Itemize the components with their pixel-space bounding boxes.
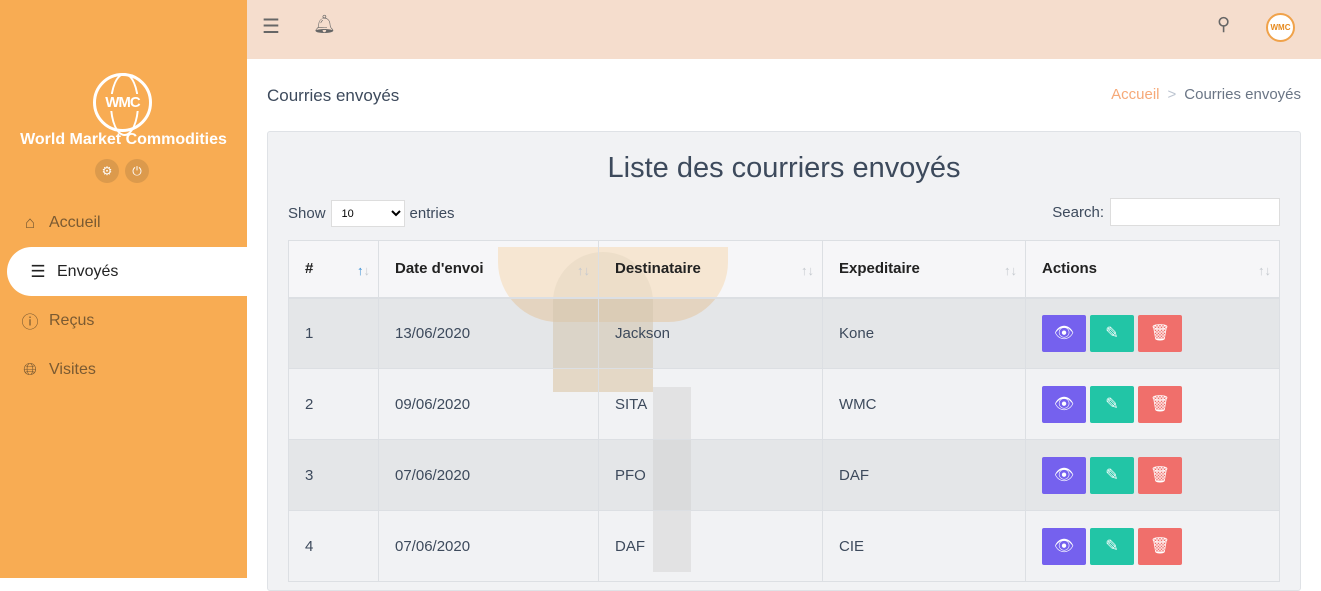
date-envoi-cell: 07/06/2020 bbox=[378, 510, 599, 582]
expeditaire-cell: WMC bbox=[822, 368, 1026, 440]
search-control: Search: bbox=[1052, 198, 1280, 226]
view-button[interactable]: 👁︎ bbox=[1042, 314, 1086, 352]
page-size-select[interactable]: 10 bbox=[330, 200, 405, 227]
actions-cell: 👁︎ ✎ 🗑︎ bbox=[1025, 510, 1280, 582]
breadcrumb-current: Courries envoyés bbox=[1184, 86, 1301, 103]
date-envoi-cell: 13/06/2020 bbox=[378, 297, 599, 369]
eye-icon: 👁︎ bbox=[1053, 538, 1075, 555]
sort-icon: ↑↓ bbox=[1004, 263, 1017, 278]
destinataire-cell: DAF bbox=[598, 510, 823, 582]
delete-button[interactable]: 🗑︎ bbox=[1138, 527, 1182, 565]
trash-icon: 🗑︎ bbox=[1149, 467, 1171, 484]
eye-icon: 👁︎ bbox=[1053, 325, 1075, 343]
list-icon: ☰ bbox=[30, 261, 46, 281]
gear-icon: ⚙ bbox=[101, 164, 113, 178]
power-icon: ⏻ bbox=[132, 163, 142, 178]
topbar: ☰ 🔔︎ ⚲ bbox=[247, 0, 1321, 59]
delete-button[interactable]: 🗑︎ bbox=[1138, 314, 1182, 352]
edit-icon: ✎ bbox=[1105, 467, 1119, 484]
row-number-cell: 2 bbox=[288, 368, 379, 440]
sidebar-item-label: Reçus bbox=[49, 311, 95, 329]
sidebar-item-recus[interactable]: ⓘ Reçus bbox=[7, 296, 247, 345]
show-label: Show bbox=[288, 205, 326, 222]
eye-icon: 👁︎ bbox=[1053, 467, 1075, 484]
view-button[interactable]: 👁︎ bbox=[1042, 527, 1086, 565]
page-title: Courries envoyés bbox=[267, 86, 400, 105]
destinataire-cell: Jackson bbox=[598, 297, 823, 369]
wmc-logo: WMC bbox=[93, 73, 152, 136]
bell-icon[interactable]: 🔔︎ bbox=[313, 14, 336, 35]
delete-button[interactable]: 🗑︎ bbox=[1138, 456, 1182, 494]
sidebar-item-label: Envoyés bbox=[57, 262, 119, 280]
expeditaire-cell: CIE bbox=[822, 510, 1026, 582]
menu-toggle-icon[interactable]: ☰ bbox=[262, 14, 280, 39]
edit-button[interactable]: ✎ bbox=[1090, 527, 1134, 565]
table-row: 3 07/06/2020 PFO DAF 👁︎ ✎ 🗑︎ bbox=[288, 439, 1280, 511]
breadcrumb-link-accueil[interactable]: Accueil bbox=[1111, 86, 1159, 103]
search-input[interactable] bbox=[1110, 198, 1280, 226]
edit-icon: ✎ bbox=[1105, 396, 1119, 413]
courriers-card: Liste des courriers envoyés Show 10 entr… bbox=[267, 131, 1301, 591]
date-envoi-cell: 07/06/2020 bbox=[378, 439, 599, 511]
page-size-control: Show 10 entries bbox=[288, 200, 455, 227]
view-button[interactable]: 👁︎ bbox=[1042, 456, 1086, 494]
entries-label: entries bbox=[409, 205, 455, 222]
column-header-actions[interactable]: Actions ↑↓ bbox=[1025, 240, 1280, 299]
destinataire-cell: PFO bbox=[598, 439, 823, 511]
actions-cell: 👁︎ ✎ 🗑︎ bbox=[1025, 368, 1280, 440]
edit-icon: ✎ bbox=[1105, 538, 1119, 555]
logout-button[interactable]: ⏻ bbox=[125, 159, 149, 183]
row-number-cell: 3 bbox=[288, 439, 379, 511]
table-row: 2 09/06/2020 SITA WMC 👁︎ ✎ 🗑︎ bbox=[288, 368, 1280, 440]
sort-icon: ↑↓ bbox=[1258, 263, 1271, 278]
sidebar-item-label: Visites bbox=[49, 360, 96, 378]
column-header-date[interactable]: Date d'envoi ↑↓ bbox=[378, 240, 599, 299]
row-number-cell: 1 bbox=[288, 297, 379, 369]
sidebar-item-visites[interactable]: 🌐︎ Visites bbox=[7, 345, 247, 394]
home-icon: ⌂ bbox=[24, 212, 36, 232]
destinataire-cell: SITA bbox=[598, 368, 823, 440]
chevron-right-icon: > bbox=[1167, 86, 1177, 103]
actions-cell: 👁︎ ✎ 🗑︎ bbox=[1025, 439, 1280, 511]
settings-button[interactable]: ⚙ bbox=[95, 159, 119, 183]
eye-icon: 👁︎ bbox=[1053, 396, 1075, 413]
edit-button[interactable]: ✎ bbox=[1090, 385, 1134, 423]
column-header-destinataire[interactable]: Destinataire ↑↓ bbox=[598, 240, 823, 299]
trash-icon: 🗑︎ bbox=[1149, 538, 1171, 555]
sort-icon: ↑↓ bbox=[577, 263, 590, 278]
table-row: 1 13/06/2020 Jackson Kone 👁︎ ✎ 🗑︎ bbox=[288, 297, 1280, 369]
expeditaire-cell: DAF bbox=[822, 439, 1026, 511]
courriers-table: # ↑↓ Date d'envoi ↑↓ Destinataire ↑↓ Expedi… bbox=[288, 240, 1280, 582]
view-button[interactable]: 👁︎ bbox=[1042, 385, 1086, 423]
sort-icon: ↑↓ bbox=[801, 263, 814, 278]
actions-cell: 👁︎ ✎ 🗑︎ bbox=[1025, 297, 1280, 369]
table-row: 4 07/06/2020 DAF CIE 👁︎ ✎ 🗑︎ bbox=[288, 510, 1280, 582]
sidebar: WMC World Market Commodities ⚙ ⏻ ⌂ Accuei… bbox=[0, 0, 247, 578]
card-title: Liste des courriers envoyés bbox=[607, 152, 961, 184]
date-envoi-cell: 09/06/2020 bbox=[378, 368, 599, 440]
search-icon[interactable]: ⚲ bbox=[1217, 14, 1230, 35]
column-header-expeditaire[interactable]: Expeditaire ↑↓ bbox=[822, 240, 1026, 299]
edit-button[interactable]: ✎ bbox=[1090, 314, 1134, 352]
info-icon: ⓘ bbox=[21, 313, 39, 332]
column-header-number[interactable]: # ↑↓ bbox=[288, 240, 379, 299]
globe-icon: 🌐︎ bbox=[23, 359, 37, 379]
delete-button[interactable]: 🗑︎ bbox=[1138, 385, 1182, 423]
trash-icon: 🗑︎ bbox=[1149, 396, 1171, 413]
sort-icon: ↑↓ bbox=[357, 263, 370, 278]
edit-button[interactable]: ✎ bbox=[1090, 456, 1134, 494]
sidebar-item-accueil[interactable]: ⌂ Accueil bbox=[7, 198, 247, 247]
row-number-cell: 4 bbox=[288, 510, 379, 582]
search-label: Search: bbox=[1052, 203, 1104, 221]
avatar[interactable]: WMC bbox=[1266, 13, 1295, 42]
brand-name: World Market Commodities bbox=[20, 131, 227, 148]
trash-icon: 🗑︎ bbox=[1149, 325, 1171, 343]
breadcrumb: Accueil > Courries envoyés bbox=[1111, 86, 1301, 103]
sidebar-item-label: Accueil bbox=[49, 213, 101, 231]
expeditaire-cell: Kone bbox=[822, 297, 1026, 369]
edit-icon: ✎ bbox=[1105, 325, 1119, 343]
sidebar-item-envoyes[interactable]: ☰ Envoyés bbox=[7, 247, 247, 296]
